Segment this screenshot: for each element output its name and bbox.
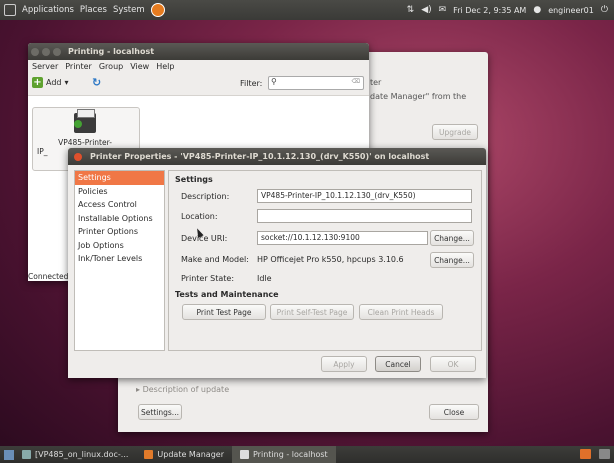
- update-manager-partial-text: ter date Manager" from the: [370, 78, 467, 101]
- close-button[interactable]: Close: [429, 404, 479, 420]
- clean-print-heads-button[interactable]: Clean Print Heads: [359, 304, 443, 320]
- menu-server[interactable]: Server: [32, 62, 58, 71]
- taskbar-item-document[interactable]: [VP485_on_linux.doc-...: [14, 446, 136, 463]
- ubuntu-logo-icon[interactable]: [150, 3, 165, 17]
- description-field[interactable]: VP485-Printer-IP_10.1.12.130_(drv_K550): [257, 189, 472, 203]
- close-dialog-icon[interactable]: [74, 152, 82, 161]
- printing-toolbar: + Add ▾ ↻ Filter: ⚲ ⌫: [28, 73, 369, 96]
- location-label: Location:: [181, 212, 218, 221]
- trash-icon[interactable]: [599, 449, 610, 459]
- upgrade-button[interactable]: Upgrade: [432, 124, 478, 140]
- window-title: Printing - localhost: [68, 47, 155, 56]
- make-model-value: HP Officejet Pro k550, hpcups 3.10.6: [257, 255, 404, 264]
- user-name[interactable]: engineer01: [548, 6, 594, 15]
- user-icon: ●: [533, 5, 542, 15]
- sidebar-item-installable-options[interactable]: Installable Options: [75, 212, 164, 226]
- sidebar-item-settings[interactable]: Settings: [75, 171, 164, 185]
- print-self-test-page-button[interactable]: Print Self-Test Page: [270, 304, 354, 320]
- cancel-button[interactable]: Cancel: [375, 356, 421, 372]
- default-check-icon: [74, 120, 82, 128]
- chevron-down-icon[interactable]: ▾: [65, 78, 69, 87]
- menu-applications[interactable]: Applications: [22, 5, 74, 15]
- printer-icon: [240, 450, 249, 459]
- device-uri-field[interactable]: socket://10.1.12.130:9100: [257, 231, 428, 245]
- menu-view[interactable]: View: [130, 62, 149, 71]
- top-panel: Applications Places System ⇅ ◀) ✉ Fri De…: [0, 0, 614, 20]
- description-expander[interactable]: ▸ Description of update: [136, 385, 229, 394]
- printing-titlebar[interactable]: Printing - localhost: [28, 43, 369, 60]
- device-uri-label: Device URI:: [181, 234, 228, 243]
- properties-sidebar: Settings Policies Access Control Install…: [74, 170, 165, 351]
- minimize-window-icon[interactable]: [42, 47, 50, 56]
- properties-titlebar[interactable]: Printer Properties - 'VP485-Printer-IP_1…: [68, 148, 486, 165]
- settings-panel: Settings Description: VP485-Printer-IP_1…: [168, 170, 482, 351]
- sidebar-item-printer-options[interactable]: Printer Options: [75, 225, 164, 239]
- make-model-label: Make and Model:: [181, 255, 249, 264]
- sidebar-item-job-options[interactable]: Job Options: [75, 239, 164, 253]
- change-uri-button[interactable]: Change...: [430, 230, 474, 246]
- description-label: Description:: [181, 192, 230, 201]
- document-icon: [22, 450, 31, 459]
- filter-input[interactable]: ⚲ ⌫: [268, 76, 364, 90]
- search-icon: ⚲: [271, 77, 277, 86]
- menu-places[interactable]: Places: [80, 5, 107, 15]
- settings-header: Settings: [175, 175, 213, 184]
- taskbar-item-printing[interactable]: Printing - localhost: [232, 446, 336, 463]
- sidebar-item-ink-toner-levels[interactable]: Ink/Toner Levels: [75, 252, 164, 266]
- print-test-page-button[interactable]: Print Test Page: [182, 304, 266, 320]
- plus-icon: +: [32, 77, 43, 88]
- ok-button[interactable]: OK: [430, 356, 476, 372]
- close-window-icon[interactable]: [31, 47, 39, 56]
- mail-icon[interactable]: ✉: [439, 5, 447, 15]
- printer-state-value: Idle: [257, 274, 272, 283]
- status-text: Connected: [28, 272, 69, 281]
- settings-button[interactable]: Settings...: [138, 404, 182, 420]
- change-model-button[interactable]: Change...: [430, 252, 474, 268]
- volume-icon[interactable]: ◀): [421, 5, 431, 15]
- maximize-window-icon[interactable]: [53, 47, 61, 56]
- filter-label: Filter:: [240, 79, 263, 88]
- refresh-icon[interactable]: ↻: [92, 77, 103, 88]
- applications-icon: [4, 4, 16, 16]
- menu-group[interactable]: Group: [99, 62, 123, 71]
- dialog-title: Printer Properties - 'VP485-Printer-IP_1…: [90, 152, 430, 161]
- printer-properties-dialog: Printer Properties - 'VP485-Printer-IP_1…: [68, 148, 486, 378]
- update-manager-icon: [144, 450, 154, 459]
- sidebar-item-access-control[interactable]: Access Control: [75, 198, 164, 212]
- menu-system[interactable]: System: [113, 5, 145, 15]
- bottom-panel: [VP485_on_linux.doc-... Update Manager P…: [0, 446, 614, 463]
- maintenance-header: Tests and Maintenance: [175, 290, 279, 299]
- taskbar-item-update-manager[interactable]: Update Manager: [136, 446, 232, 463]
- network-icon[interactable]: ⇅: [407, 5, 415, 15]
- show-desktop-icon[interactable]: [4, 449, 14, 460]
- location-field[interactable]: [257, 209, 472, 223]
- sidebar-item-policies[interactable]: Policies: [75, 185, 164, 199]
- menu-printer[interactable]: Printer: [65, 62, 92, 71]
- apply-button[interactable]: Apply: [321, 356, 367, 372]
- clear-icon[interactable]: ⌫: [352, 78, 360, 85]
- power-icon[interactable]: ⏻: [601, 5, 608, 15]
- add-button[interactable]: + Add ▾: [32, 77, 69, 88]
- workspace-switcher-icon[interactable]: [580, 449, 591, 459]
- menu-help[interactable]: Help: [156, 62, 174, 71]
- printing-menubar: Server Printer Group View Help: [28, 60, 369, 73]
- clock[interactable]: Fri Dec 2, 9:35 AM: [453, 6, 526, 15]
- printer-state-label: Printer State:: [181, 274, 235, 283]
